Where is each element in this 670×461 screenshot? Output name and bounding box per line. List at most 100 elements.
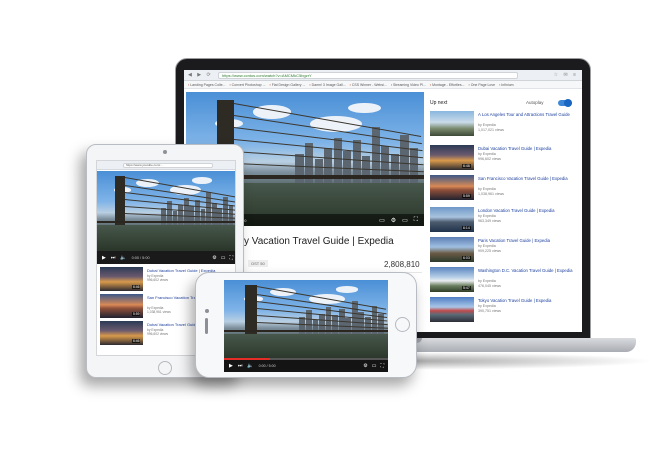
duration-badge: 5:59 [132, 312, 141, 316]
skyline-building [295, 153, 304, 186]
video-link[interactable]: Tokyo Vacation Travel Guide | Expedia [478, 298, 578, 303]
view-count: 996,602 views [478, 156, 501, 161]
next-icon[interactable]: ⏭ [238, 363, 243, 369]
bookmark-item[interactable]: Landing Pages Colle... [188, 83, 225, 87]
channel-name: by Expedia [478, 187, 496, 191]
video-link[interactable]: Paris Vacation Travel Guide | Expedia [478, 238, 578, 243]
address-bar[interactable]: https://www.ccntus.com/watch?v=AMCMkC5bg… [218, 72, 518, 79]
next-icon[interactable]: ⏭ [111, 255, 116, 261]
bookmark-item[interactable]: Streaming Video Pl... [391, 83, 426, 87]
theater-icon[interactable]: ▭ [372, 363, 377, 369]
fullscreen-icon[interactable]: ⛶ [380, 363, 384, 369]
settings-icon[interactable]: ⚙ [212, 255, 216, 261]
bookmark-item[interactable]: Montage - Effortles... [430, 83, 464, 87]
volume-icon[interactable]: 🔈 [247, 363, 253, 369]
fullscreen-icon[interactable]: ⛶ [229, 255, 233, 261]
channel-name: by Expedia [478, 244, 496, 248]
view-count: 2,808,810 [384, 260, 420, 269]
skyline-building [228, 204, 234, 227]
up-next-item[interactable]: 6:03 Paris Vacation Travel Guide | Expedi… [430, 237, 580, 263]
video-title: y Vacation Travel Guide | Expedia [244, 236, 394, 247]
autoplay-toggle[interactable] [558, 99, 572, 107]
up-next-item[interactable]: 6:46 Dubai Vacation Travel Guide | Expedi… [430, 145, 580, 171]
cloud [192, 177, 212, 184]
theater-icon[interactable]: ▭ [402, 217, 408, 224]
settings-icon[interactable]: ⚙ [391, 217, 396, 224]
phone-home-button[interactable] [395, 317, 410, 332]
skyline-building [299, 316, 306, 336]
video-link[interactable]: Washington D.C. Vacation Travel Guide | … [478, 268, 578, 273]
skyline-building [409, 148, 419, 186]
phone-video-controls: ▶ ⏭ 🔈 0:00 / 5:00 ⚙ ▭ ⛶ [224, 360, 388, 372]
bookmark-item[interactable]: Infinium [499, 83, 513, 87]
duration-badge: 6:14 [462, 226, 471, 230]
duration-badge: 5:47 [462, 286, 471, 290]
video-link[interactable]: London Vacation Travel Guide | Expedia [478, 208, 578, 213]
up-next-item[interactable]: 6:14 London Vacation Travel Guide | Exped… [430, 207, 580, 233]
device-mockup-scene: ◀ ▶ ⟳ https://www.ccntus.com/watch?v=AMC… [0, 0, 670, 461]
browser-nav-icons[interactable]: ◀ ▶ ⟳ [188, 72, 213, 78]
up-next-item[interactable]: Tokyo Vacation Travel Guide | Expedia by … [430, 297, 580, 323]
tablet-video-player[interactable] [97, 171, 235, 251]
video-link[interactable]: San Francisco Vacation Travel Guide | Ex… [478, 176, 578, 181]
tablet-home-button[interactable] [158, 361, 172, 375]
theater-icon[interactable]: ▭ [221, 255, 226, 261]
bookmark-item[interactable]: Convert Photoshop ... [229, 83, 266, 87]
volume-icon[interactable]: 🔈 [120, 255, 126, 261]
duration-badge: 6:46 [132, 339, 141, 343]
view-count: 996,602 views [147, 278, 169, 282]
bookmark-item[interactable]: Damn! 3 Image Gall... [309, 83, 346, 87]
bookmark-item[interactable]: CSS Winner - Websi... [350, 83, 387, 87]
channel-name: by Expedia [478, 152, 496, 156]
up-next-item[interactable]: 5:47 Washington D.C. Vacation Travel Guid… [430, 267, 580, 293]
skyline-building [305, 142, 314, 186]
view-count: 963,349 views [478, 218, 501, 223]
badge: OST 50 [248, 260, 268, 267]
cloud [335, 286, 359, 293]
video-link[interactable]: A Los Angeles Tour and Attractions Trave… [478, 112, 578, 117]
phone-video-player[interactable] [224, 280, 388, 360]
skyline-building [161, 207, 167, 227]
video-thumbnail[interactable] [430, 297, 474, 322]
channel-name: by Expedia [478, 123, 496, 127]
phone-screen: ▶ ⏭ 🔈 0:00 / 5:00 ⚙ ▭ ⛶ [224, 280, 388, 372]
view-count: 909,225 views [478, 248, 501, 253]
skyline-building [381, 145, 390, 186]
bookmarks-bar: Landing Pages Colle... Convert Photoshop … [184, 81, 582, 89]
up-next-item[interactable]: A Los Angeles Tour and Attractions Trave… [430, 111, 580, 137]
extension-icons[interactable]: ☆ ✉ ≡ [554, 72, 578, 78]
fullscreen-icon[interactable]: ⛶ [414, 217, 418, 224]
settings-icon[interactable]: ⚙ [363, 363, 367, 369]
video-link[interactable]: Dubai Vacation Travel Guide | Expedia [478, 146, 578, 151]
tablet-camera [163, 150, 167, 154]
view-count: 476,045 views [478, 283, 501, 288]
channel-name: by Expedia [478, 214, 496, 218]
duration-badge: 6:03 [462, 256, 471, 260]
phone-device: ▶ ⏭ 🔈 0:00 / 5:00 ⚙ ▭ ⛶ [195, 272, 417, 378]
play-icon[interactable]: ▶ [102, 255, 106, 261]
time-display: 0:00 / 5:00 [131, 255, 150, 260]
skyline-building [358, 312, 365, 336]
bridge-deck [224, 329, 388, 332]
play-icon[interactable]: ▶ [229, 363, 233, 369]
view-count: 390,751 views [478, 308, 501, 313]
tablet-address-bar[interactable]: https://www.youtube.com/... [123, 163, 213, 168]
up-next-heading: Up next [430, 100, 448, 106]
channel-name: by Expedia [478, 279, 496, 283]
duration-badge: 6:46 [132, 285, 141, 289]
view-count: 1,017,021 views [478, 127, 504, 132]
skyline-building [314, 159, 323, 186]
browser-toolbar: ◀ ▶ ⟳ https://www.ccntus.com/watch?v=AMC… [184, 70, 582, 81]
video-thumbnail[interactable] [430, 111, 474, 136]
view-count: 1,038,961 views [147, 309, 171, 314]
view-count: 996,602 views [147, 332, 169, 336]
bridge-deck [97, 220, 235, 223]
cc-icon[interactable]: ▭ [379, 217, 385, 224]
bookmark-item[interactable]: Flat Design Gallery ... [270, 83, 306, 87]
duration-badge: 6:46 [462, 164, 471, 168]
tablet-browser-bar: https://www.youtube.com/... [97, 161, 235, 170]
up-next-item[interactable]: 5:59 San Francisco Vacation Travel Guide … [430, 175, 580, 201]
bookmark-item[interactable]: One Page Love [469, 83, 495, 87]
autoplay-label: Autoplay [526, 100, 544, 105]
duration-badge: 5:59 [462, 194, 471, 198]
